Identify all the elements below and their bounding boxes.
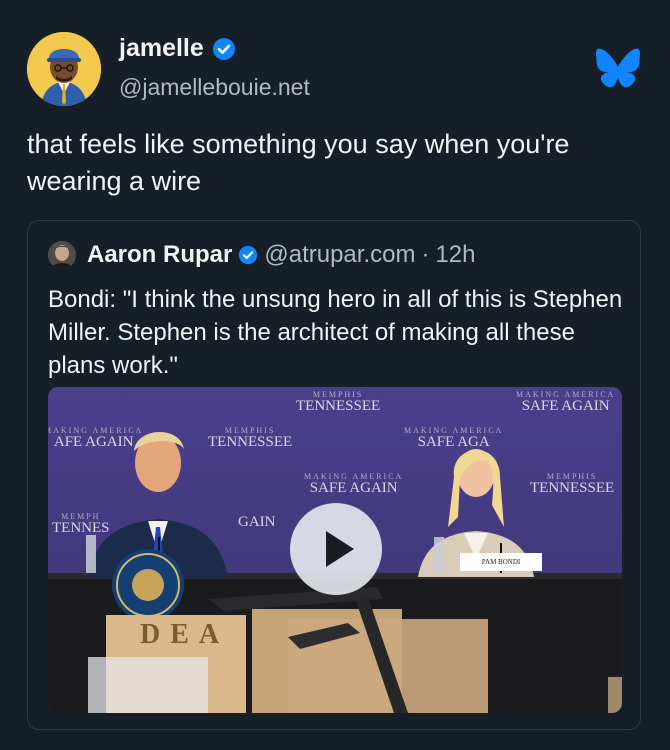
post-text: that feels like something you say when y… (27, 129, 570, 196)
backdrop-sign: MAKING AMERICA AFE AGAIN (48, 426, 144, 450)
crate-label: DEA (140, 619, 230, 650)
quoted-author-avatar[interactable] (48, 241, 76, 269)
author-handle[interactable]: @jamellebouie.net (119, 74, 310, 101)
author-avatar[interactable] (27, 32, 101, 106)
quoted-post-header: Aaron Rupar @atrupar.com · 12h (48, 241, 476, 269)
nameplate: PAM BONDI (460, 553, 542, 571)
backdrop-sign: MAKING AMERICA SAFE AGA (404, 426, 504, 450)
quoted-verified-check-icon (238, 245, 258, 265)
quoted-author-name[interactable]: Aaron Rupar (87, 241, 232, 269)
backdrop-sign: MAKING AMERICA SAFE AGAIN (304, 472, 404, 496)
play-icon[interactable] (290, 503, 382, 595)
backdrop-sign: MAKING AMERICA SAFE AGAIN (516, 390, 616, 414)
quoted-post-text: Bondi: "I think the unsung hero in all o… (48, 286, 623, 379)
author-display-name: jamelle (119, 34, 204, 62)
quoted-author-handle[interactable]: @atrupar.com (264, 241, 415, 269)
bluesky-butterfly-icon[interactable] (596, 48, 640, 88)
backdrop-sign: GAIN (238, 514, 276, 530)
author-name[interactable]: jamelle (119, 34, 236, 63)
backdrop-sign: MEMPHIS TENNESSEE (208, 426, 293, 450)
backdrop-sign: MEMPH TENNES (52, 512, 110, 536)
post-card: jamelle @jamellebouie.net that feels lik… (0, 0, 670, 750)
meta-separator: · (421, 241, 430, 268)
backdrop-sign: MEMPHIS TENNESSEE (296, 390, 381, 414)
video-embed[interactable]: MEMPHIS TENNESSEE MAKING AMERICA SAFE AG… (48, 387, 622, 713)
quoted-post[interactable]: Aaron Rupar @atrupar.com · 12h Bondi: "I… (27, 220, 641, 730)
backdrop-sign: MEMPHIS TENNESSEE (530, 472, 615, 496)
verified-check-icon (212, 37, 236, 61)
quoted-post-time[interactable]: 12h (435, 241, 475, 269)
